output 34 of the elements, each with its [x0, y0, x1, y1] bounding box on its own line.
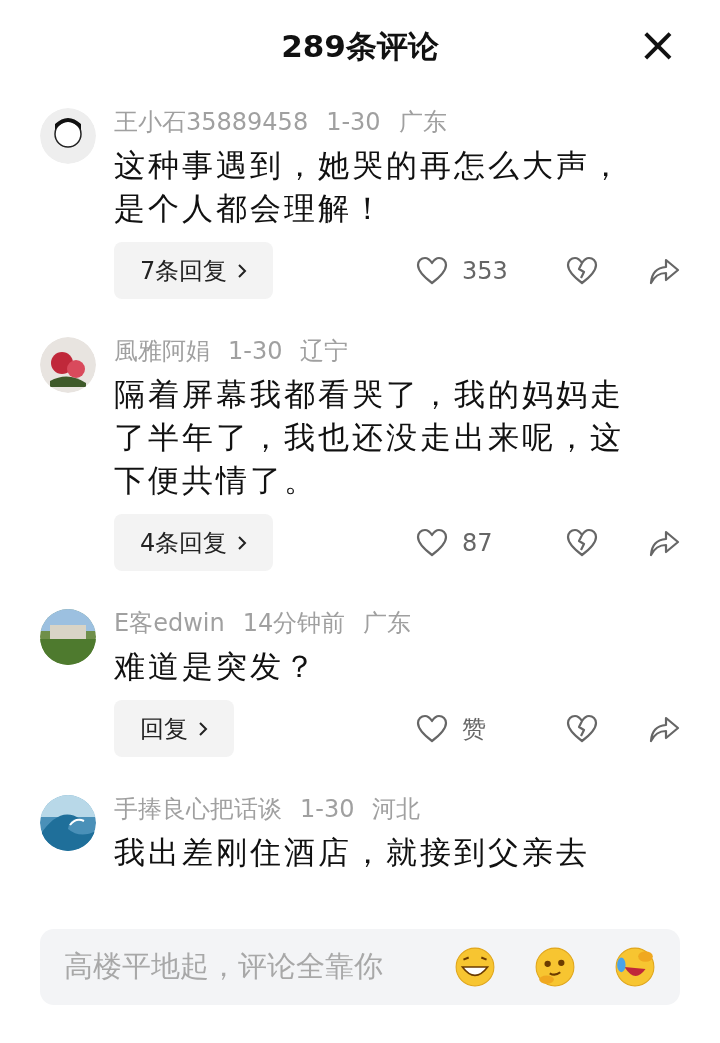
- chevron-icon: [198, 720, 208, 737]
- grin-emoji-icon[interactable]: [454, 946, 496, 988]
- avatar[interactable]: [40, 337, 96, 393]
- comment-region: 广东: [398, 107, 447, 138]
- like-button[interactable]: 87: [416, 527, 516, 558]
- comment-region: 辽宁: [300, 336, 349, 367]
- comment-date: 1-30: [228, 336, 283, 367]
- broken-heart-icon[interactable]: [566, 255, 598, 286]
- chevron-icon: [237, 262, 248, 279]
- heart-icon: [416, 527, 448, 558]
- comment-date: 1-30: [326, 107, 381, 138]
- comment-text: 这种事遇到，她哭的再怎么大声，是个人都会理解！: [114, 146, 625, 228]
- broken-heart-icon[interactable]: [566, 527, 598, 558]
- close-button[interactable]: ×: [631, 18, 684, 70]
- comment-region: 广东: [363, 608, 412, 639]
- replies-button[interactable]: 4条回复: [114, 514, 274, 571]
- comment-text: 难道是突发？: [114, 647, 319, 686]
- comment-date: 1-30: [300, 794, 355, 825]
- heart-icon: [416, 713, 448, 744]
- like-button[interactable]: 353: [416, 255, 516, 286]
- replies-button[interactable]: 回复: [114, 700, 234, 757]
- comment-text: 我出差刚住酒店，就接到父亲去: [114, 833, 591, 872]
- avatar[interactable]: [40, 108, 96, 164]
- broken-heart-icon[interactable]: [566, 713, 598, 744]
- panel-title: 289条评论: [281, 27, 439, 66]
- heart-icon: [416, 255, 448, 286]
- like-button[interactable]: 赞: [416, 712, 516, 745]
- laughing-emoji-icon[interactable]: [614, 946, 656, 988]
- comment-text: 隔着屏幕我都看哭了，我的妈妈走了半年了，我也还没走出来呢，这下便共情了。: [114, 375, 625, 500]
- thinking-emoji-icon[interactable]: [534, 946, 576, 988]
- comment-region: 河北: [372, 794, 421, 825]
- chevron-icon: [237, 534, 248, 551]
- replies-button[interactable]: 7条回复: [114, 242, 274, 299]
- comment-date: 14分钟前: [242, 608, 346, 639]
